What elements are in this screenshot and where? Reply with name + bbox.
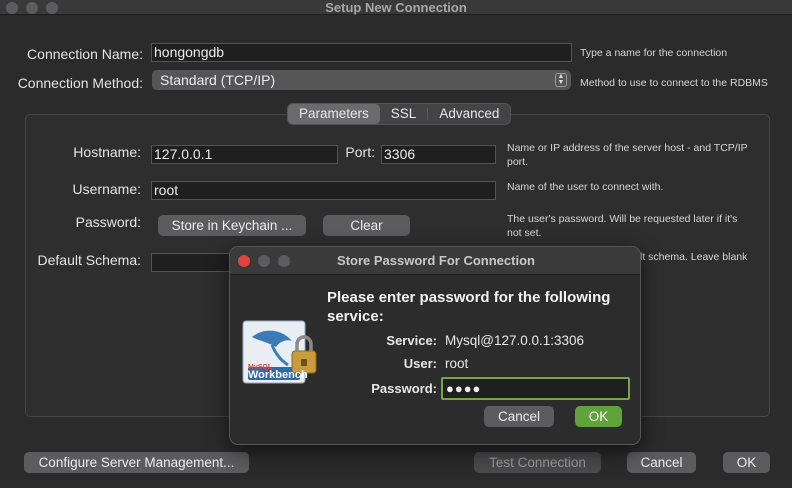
workbench-logo: MySQL Workbench — [242, 319, 322, 391]
user-label: User: — [403, 356, 437, 371]
tab-advanced[interactable]: Advanced — [428, 104, 510, 124]
username-hint: Name of the user to connect with. — [507, 181, 664, 193]
dialog-ok-button[interactable]: OK — [575, 406, 622, 427]
configure-server-management-button[interactable]: Configure Server Management... — [24, 452, 249, 473]
window-title: Setup New Connection — [325, 0, 467, 15]
password-hint-line-2: not set. — [507, 227, 542, 239]
tab-parameters[interactable]: Parameters — [288, 104, 380, 124]
password-label: Password: — [75, 214, 141, 230]
user-value: root — [445, 356, 469, 371]
store-password-dialog: Store Password For Connection MySQL Work… — [229, 246, 641, 445]
default-schema-label: Default Schema: — [37, 252, 142, 268]
password-hint: The user's password. Will be requested l… — [507, 212, 737, 240]
dialog-password-label: Password: — [371, 381, 437, 396]
connection-method-value: Standard (TCP/IP) — [160, 72, 276, 88]
connection-method-hint: Method to use to connect to the RDBMS — [580, 77, 768, 89]
connection-name-hint: Type a name for the connection — [580, 47, 728, 59]
default-schema-hint: lt schema. Leave blank — [640, 251, 748, 263]
tab-bar: Parameters SSL Advanced — [287, 103, 512, 125]
hostname-input[interactable]: 127.0.0.1 — [151, 145, 338, 164]
ok-button[interactable]: OK — [723, 452, 770, 473]
connection-method-select[interactable]: Standard (TCP/IP) ▲ ▼ — [152, 70, 571, 90]
dialog-heading-line-1: Please enter password for the following — [327, 289, 611, 306]
dialog-heading-line-2: service: — [327, 308, 384, 325]
dialog-heading: Please enter password for the following … — [327, 288, 627, 326]
hostname-hint-line-2: port. — [507, 156, 529, 168]
connection-name-label: Connection Name: — [27, 46, 143, 62]
username-label: Username: — [72, 181, 141, 197]
service-value: Mysql@127.0.0.1:3306 — [445, 333, 585, 348]
connection-method-label: Connection Method: — [17, 75, 143, 91]
connection-name-input[interactable]: hongongdb — [151, 43, 572, 62]
port-input[interactable]: 3306 — [381, 145, 496, 164]
password-hint-line-1: The user's password. Will be requested l… — [507, 213, 738, 225]
store-in-keychain-button[interactable]: Store in Keychain ... — [158, 215, 306, 236]
dialog-title: Store Password For Connection — [337, 253, 535, 268]
test-connection-button[interactable]: Test Connection — [474, 452, 601, 473]
port-label: Port: — [345, 144, 375, 160]
select-arrows-icon: ▲ ▼ — [555, 73, 567, 87]
dialog-cancel-button[interactable]: Cancel — [484, 406, 554, 427]
cancel-button[interactable]: Cancel — [627, 452, 696, 473]
username-input[interactable]: root — [151, 181, 496, 200]
logo-workbench-text: Workbench — [248, 369, 308, 381]
hostname-label: Hostname: — [73, 144, 141, 160]
hostname-hint-line-1: Name or IP address of the server host - … — [507, 142, 748, 154]
clear-password-button[interactable]: Clear — [323, 215, 410, 236]
tab-ssl[interactable]: SSL — [380, 104, 428, 124]
hostname-hint: Name or IP address of the server host - … — [507, 141, 748, 169]
default-schema-input[interactable] — [151, 253, 241, 272]
dialog-password-input[interactable]: ●●●● — [441, 377, 630, 400]
service-label: Service: — [386, 333, 437, 348]
